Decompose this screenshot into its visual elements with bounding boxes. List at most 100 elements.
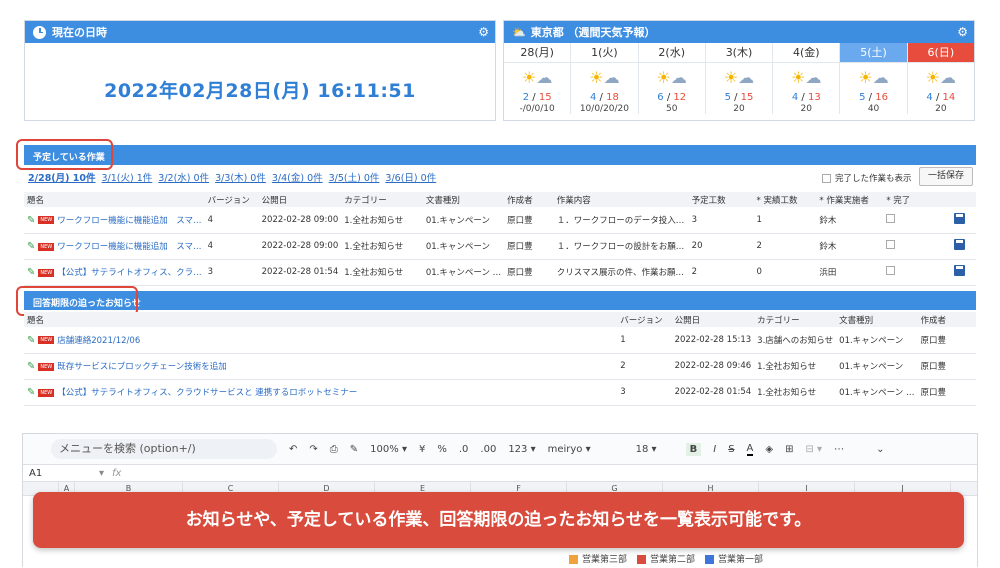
date-cell: 2022-02-28 01:54 [671, 379, 755, 406]
legend-item: 営業第三部 [569, 552, 627, 565]
chart-legend: 営業第三部 営業第二部 営業第一部 [569, 552, 763, 565]
date-tab[interactable]: 3/4(金) 0件 [272, 170, 323, 184]
title-cell: ✎ NEW ワークフロー機能に機能追加 スマ… [24, 207, 205, 234]
edit-icon[interactable]: ✎ [27, 241, 35, 252]
show-done-toggle[interactable]: 完了した作業も表示 [822, 172, 912, 184]
actual-input[interactable]: 0 [753, 259, 817, 286]
deadline-table-header: 題名 バージョン 公開日 カテゴリー 文書種別 作成者 [24, 312, 976, 327]
save-icon[interactable] [953, 239, 965, 250]
zoom-select[interactable]: 100% ▾ [370, 444, 407, 455]
plan-cell: 20 [688, 233, 754, 260]
redo-icon[interactable]: ↷ [309, 444, 317, 455]
temp-low: 5 [724, 92, 731, 103]
text-color-button[interactable]: A [746, 443, 754, 456]
row-title-link[interactable]: 店舗連絡2021/12/06 [57, 336, 140, 346]
percent-button[interactable]: % [437, 444, 447, 455]
more-options-icon[interactable]: ⋯ [834, 444, 844, 455]
cell-reference[interactable]: A1 [29, 468, 99, 479]
date-tab[interactable]: 3/2(水) 0件 [158, 170, 209, 184]
bulk-save-button[interactable]: 一括保存 [919, 167, 973, 186]
save-icon[interactable] [953, 265, 965, 276]
edit-icon[interactable]: ✎ [27, 387, 35, 398]
font-select[interactable]: meiryo ▾ [548, 444, 624, 455]
strikethrough-button[interactable]: S [728, 444, 734, 455]
font-size-select[interactable]: 18 ▾ [636, 444, 674, 455]
italic-button[interactable]: I [713, 444, 716, 455]
sun-icon: ☀ [656, 68, 671, 87]
worker-input[interactable]: 鈴木 [816, 233, 884, 260]
worker-input[interactable]: 浜田 [816, 259, 884, 286]
gear-icon[interactable]: ⚙ [478, 25, 489, 39]
new-badge-icon: NEW [38, 336, 55, 345]
table-row[interactable]: ✎ NEW ワークフロー機能に機能追加 スマ… 4 2022-02-28 09:00 1.… [24, 233, 976, 260]
weather-panel: ⛅ 東京都 （週間天気予報） ⚙ 28(月) ☀☁ 2 / 15 -/0/0/10 1(… [503, 20, 975, 121]
clock-panel-title: 現在の日時 [52, 26, 107, 39]
date-tab[interactable]: 3/3(木) 0件 [215, 170, 266, 184]
currency-button[interactable]: ¥ [419, 444, 425, 455]
worker-input[interactable]: 鈴木 [816, 207, 884, 234]
plan-cell: 2 [688, 259, 754, 286]
done-checkbox[interactable] [886, 266, 896, 275]
weather-sun-cloud-icon: ☀☁ [908, 63, 974, 91]
decrease-decimal-button[interactable]: .0 [459, 444, 469, 455]
table-row[interactable]: ✎ NEW 店舗連絡2021/12/06 1 2022-02-28 15:13 3.店舗へ… [24, 327, 976, 354]
rain-chance: 20 [800, 104, 812, 114]
paint-format-icon[interactable]: ✎ [350, 444, 358, 455]
temp-high: 15 [538, 92, 552, 103]
save-icon[interactable] [953, 212, 965, 224]
date-tab[interactable]: 2/28(月) 10件 [28, 170, 96, 184]
weather-day-name: 1(火) [571, 43, 638, 63]
deadline-header-bar: 回答期限の迫ったお知らせ [24, 291, 976, 310]
cell-ref-dropdown-icon[interactable]: ▾ [99, 468, 104, 479]
undo-icon[interactable]: ↶ [289, 444, 297, 455]
weather-day-name: 28(月) [504, 43, 571, 63]
weather-day-name: 6(日) [907, 43, 974, 63]
row-title-link[interactable]: 既存サービスにブロックチェーン技術を追加 [57, 362, 227, 372]
done-checkbox[interactable] [886, 213, 896, 223]
new-badge-icon: NEW [38, 242, 55, 251]
date-tab[interactable]: 3/5(土) 0件 [329, 170, 380, 184]
row-title-link[interactable]: 【公式】サテライトオフィス、クラ… [57, 268, 201, 278]
sun-icon: ☀ [791, 68, 806, 87]
table-row[interactable]: ✎ NEW 既存サービスにブロックチェーン技術を追加 2 2022-02-28 09:4… [24, 353, 976, 380]
increase-decimal-button[interactable]: .00 [480, 444, 496, 455]
column-header: * 実績工数 [753, 192, 817, 207]
gear-icon[interactable]: ⚙ [957, 25, 968, 39]
date-cell: 2022-02-28 09:46 [671, 353, 755, 380]
table-row[interactable]: ✎ NEW 【公式】サテライトオフィス、クラウドサービスと 連携するロボットセミナー… [24, 379, 976, 406]
column-header [942, 192, 976, 207]
borders-icon[interactable]: ⊞ [785, 444, 793, 455]
format-select[interactable]: 123 ▾ [508, 444, 535, 455]
save-cell [942, 259, 976, 286]
print-icon[interactable]: ⎙ [330, 444, 338, 455]
table-row[interactable]: ✎ NEW 【公式】サテライトオフィス、クラ… 3 2022-02-28 01:54 1.… [24, 259, 976, 286]
merge-cells-icon[interactable]: ⊟ ▾ [805, 444, 822, 455]
chevron-down-icon[interactable]: ⌄ [876, 444, 884, 455]
new-badge-icon: NEW [38, 388, 55, 397]
table-row[interactable]: ✎ NEW ワークフロー機能に機能追加 スマ… 4 2022-02-28 09:00 1.… [24, 207, 976, 234]
date-tabs: 2/28(月) 10件 3/1(火) 1件 3/2(水) 0件 3/3(木) 0件 3/… [28, 170, 436, 184]
date-tab[interactable]: 3/1(火) 1件 [102, 170, 153, 184]
bold-button[interactable]: B [685, 442, 702, 456]
column-header: 作業内容 [553, 192, 689, 207]
edit-icon[interactable]: ✎ [27, 215, 35, 226]
date-tab[interactable]: 3/6(日) 0件 [385, 170, 436, 184]
done-checkbox[interactable] [886, 240, 896, 249]
clock-icon [33, 25, 46, 39]
row-title-link[interactable]: 【公式】サテライトオフィス、クラウドサービスと 連携するロボットセミナー [57, 388, 357, 398]
edit-icon[interactable]: ✎ [27, 361, 35, 372]
row-title-link[interactable]: ワークフロー機能に機能追加 スマ… [57, 216, 201, 226]
title-cell: ✎ NEW 店舗連絡2021/12/06 [24, 327, 618, 354]
edit-icon[interactable]: ✎ [27, 267, 35, 278]
show-done-checkbox[interactable] [822, 173, 831, 183]
row-title-link[interactable]: ワークフロー機能に機能追加 スマ… [57, 242, 201, 252]
menu-search-input[interactable]: メニューを検索 (option+/) [51, 439, 277, 459]
fill-color-icon[interactable]: ◈ [765, 444, 773, 455]
rain-chance: 40 [867, 104, 880, 114]
edit-icon[interactable]: ✎ [27, 335, 35, 346]
legend-item: 営業第二部 [637, 552, 695, 565]
doctype-cell: 01.キャンペーン [422, 233, 505, 260]
weather-panel-title: 東京都 （週間天気予報） [530, 26, 656, 39]
actual-input[interactable]: 1 [753, 207, 817, 234]
actual-input[interactable]: 2 [753, 233, 817, 260]
